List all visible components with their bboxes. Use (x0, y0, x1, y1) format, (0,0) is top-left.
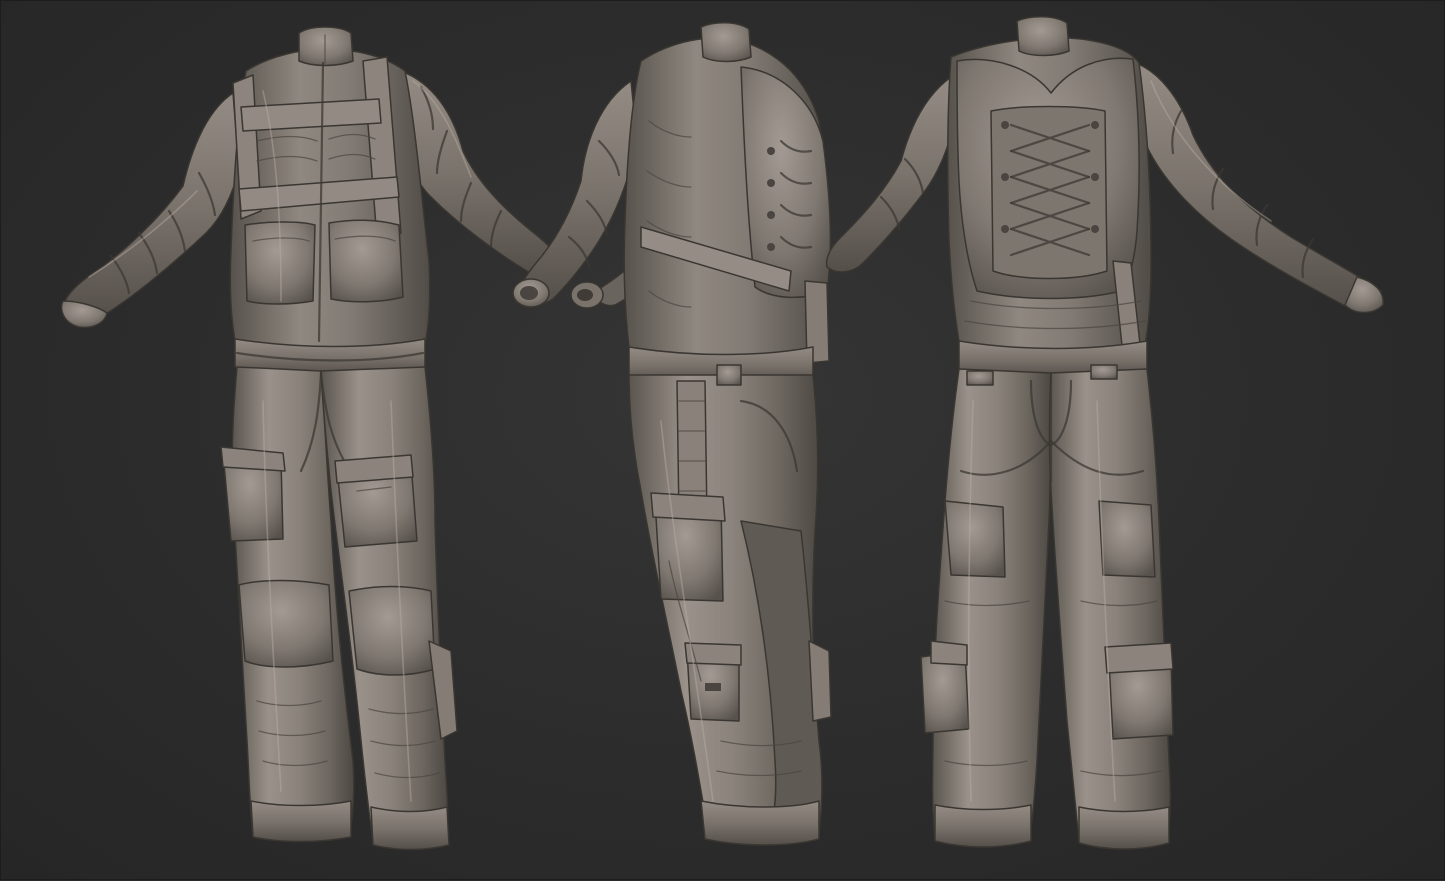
back-left-sleeve (825, 76, 958, 273)
front-jacket (229, 26, 431, 376)
side-pants (628, 364, 832, 846)
front-pants (220, 366, 458, 851)
back-jacket (946, 16, 1152, 378)
side-jacket (623, 22, 832, 384)
front-view-figure (60, 26, 560, 851)
viewport-canvas[interactable] (0, 0, 1445, 880)
side-view-figure (512, 22, 832, 846)
back-view-figure (825, 16, 1384, 850)
sculpt-render (60, 16, 1384, 851)
back-pants (920, 364, 1174, 850)
front-left-sleeve (60, 92, 240, 329)
back-right-sleeve (1130, 60, 1384, 314)
side-front-sleeve (512, 80, 638, 308)
